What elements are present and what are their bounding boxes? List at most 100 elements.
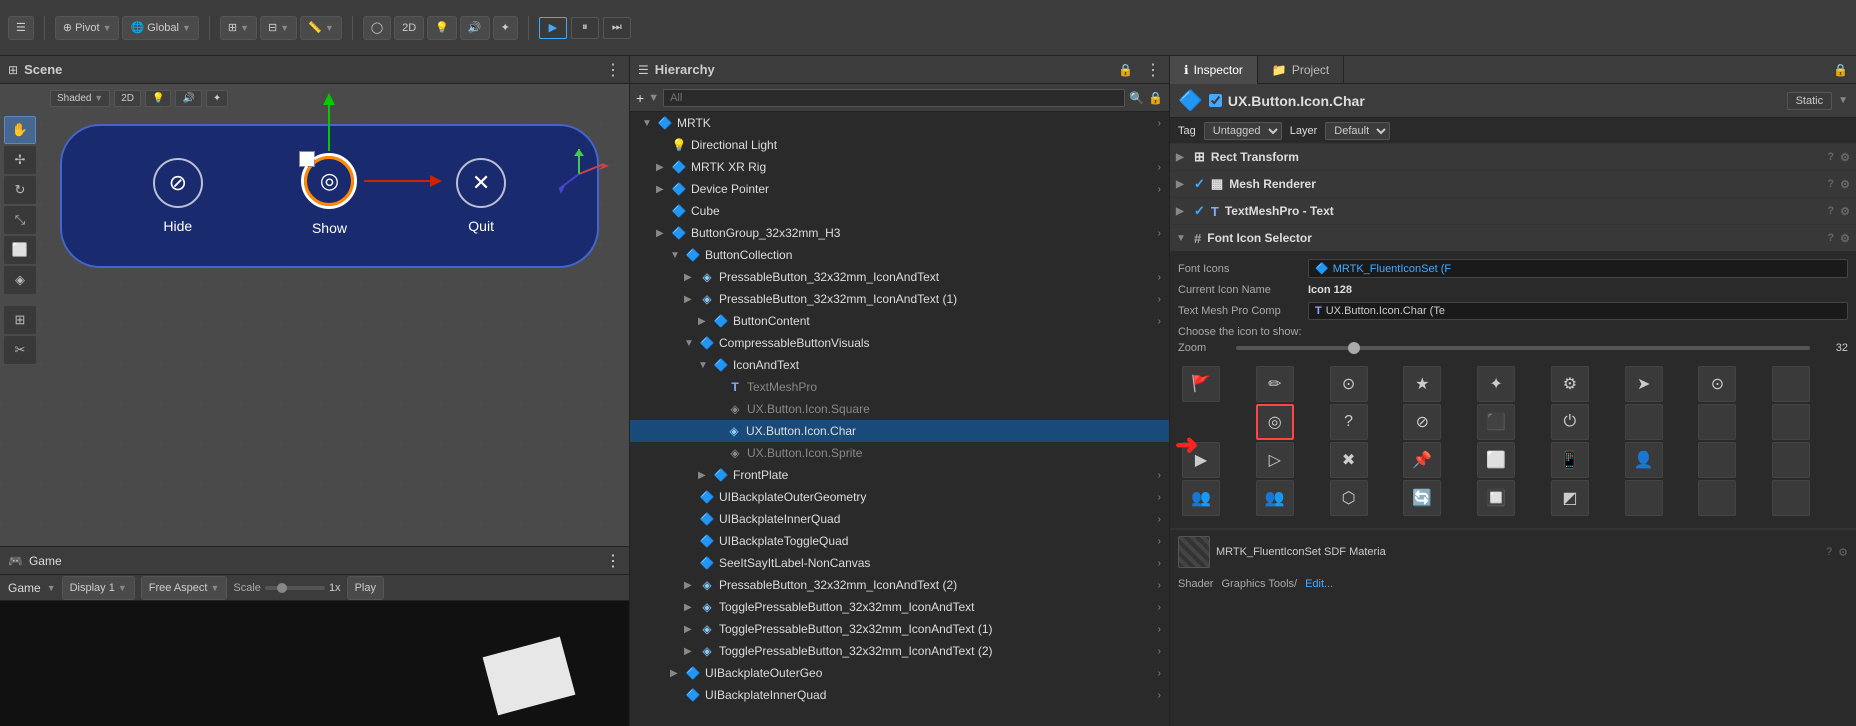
list-item[interactable]: ▶ ◈ PressableButton_32x32mm_IconAndText … (630, 288, 1169, 310)
list-item[interactable]: ◈ UX.Button.Icon.Sprite (630, 442, 1169, 464)
grid-btn[interactable]: ⊞ ▼ (220, 16, 257, 40)
list-item[interactable]: 🔷 UIBackplateToggleQuad › (630, 530, 1169, 552)
icon-btn-7[interactable]: ⊙ (1698, 366, 1736, 402)
list-item[interactable]: ▶ 🔷 FrontPlate › (630, 464, 1169, 486)
list-item[interactable]: ▼ 🔷 IconAndText (630, 354, 1169, 376)
icon-btn-31[interactable]: 🔲 (1477, 480, 1515, 516)
icon-btn-28[interactable]: 👥 (1256, 480, 1294, 516)
list-item[interactable]: 🔷 UIBackplateInnerQuad › (630, 684, 1169, 706)
sphere-btn[interactable]: ◯ (363, 16, 391, 40)
icon-btn-30[interactable]: 🔄 (1403, 480, 1441, 516)
game-more-btn[interactable]: ⋮ (605, 551, 621, 571)
pause-btn[interactable]: ⏸ (571, 17, 599, 39)
list-item[interactable]: 🔷 Cube (630, 200, 1169, 222)
lights-btn[interactable]: 💡 (145, 90, 171, 107)
snap-btn[interactable]: ⊟ ▼ (260, 16, 297, 40)
material-settings-icon[interactable]: ⚙ (1838, 546, 1848, 559)
textmeshpro-header[interactable]: ▶ ✓ T TextMeshPro - Text ? ⚙ (1170, 198, 1856, 224)
custom-tool-btn1[interactable]: ⊞ (4, 306, 36, 334)
list-item[interactable]: 🔷 UIBackplateOuterGeometry › (630, 486, 1169, 508)
icon-btn-5[interactable]: ⚙ (1551, 366, 1589, 402)
tab-inspector[interactable]: ℹ Inspector (1170, 56, 1258, 84)
list-item[interactable]: ◈ UX.Button.Icon.Char (630, 420, 1169, 442)
list-item[interactable]: ▶ ◈ PressableButton_32x32mm_IconAndText … (630, 574, 1169, 596)
scale-slider[interactable] (265, 586, 325, 590)
add-hierarchy-btn[interactable]: + (636, 90, 644, 106)
icon-btn-4[interactable]: ✦ (1477, 366, 1515, 402)
hierarchy-search-input[interactable] (663, 89, 1125, 107)
scene-menu-btn[interactable]: ☰ (8, 16, 34, 40)
list-item[interactable]: 🔷 SeeItSayItLabel-NonCanvas › (630, 552, 1169, 574)
icon-btn-selected[interactable]: ◎ (1256, 404, 1294, 440)
icon-btn-19[interactable]: ▷ (1256, 442, 1294, 478)
textmeshpro-settings-icon[interactable]: ⚙ (1840, 205, 1850, 218)
list-item[interactable]: ▶ 🔷 ButtonGroup_32x32mm_H3 › (630, 222, 1169, 244)
icon-btn-23[interactable]: 📱 (1551, 442, 1589, 478)
rect-transform-help-icon[interactable]: ? (1827, 151, 1834, 163)
icon-btn-2[interactable]: ⊙ (1330, 366, 1368, 402)
rect-transform-settings-icon[interactable]: ⚙ (1840, 151, 1850, 164)
rect-transform-header[interactable]: ▶ ⊞ Rect Transform ? ⚙ (1170, 144, 1856, 170)
list-item[interactable]: ▶ ◈ TogglePressableButton_32x32mm_IconAn… (630, 618, 1169, 640)
audio-scene-btn[interactable]: 🔊 (175, 90, 201, 107)
textmeshpro-help-icon[interactable]: ? (1827, 205, 1834, 217)
step-btn[interactable]: ⏭ (603, 17, 631, 39)
icon-btn-20[interactable]: ✖ (1330, 442, 1368, 478)
icon-btn-25[interactable] (1698, 442, 1736, 478)
inspector-lock-btn[interactable]: 🔒 (1825, 63, 1856, 77)
list-item[interactable]: ▶ ◈ TogglePressableButton_32x32mm_IconAn… (630, 640, 1169, 662)
mesh-renderer-header[interactable]: ▶ ✓ ▦ Mesh Renderer ? ⚙ (1170, 171, 1856, 197)
display-btn[interactable]: Display 1 ▼ (62, 576, 135, 600)
icon-btn-0[interactable]: 🚩 (1182, 366, 1220, 402)
icon-btn-22[interactable]: ⬜ (1477, 442, 1515, 478)
play-btn[interactable]: ▶ (539, 17, 567, 39)
icon-btn-15[interactable] (1625, 404, 1663, 440)
pivot-btn[interactable]: ⊕ Pivot ▼ (55, 16, 120, 40)
list-item[interactable]: ▶ ◈ PressableButton_32x32mm_IconAndText … (630, 266, 1169, 288)
font-icons-value-field[interactable]: 🔷 MRTK_FluentIconSet (F (1308, 259, 1848, 278)
icon-btn-6[interactable]: ➤ (1625, 366, 1663, 402)
scale-tool-btn[interactable]: ⤡ (4, 206, 36, 234)
icon-btn-24[interactable]: 👤 (1625, 442, 1663, 478)
list-item[interactable]: ▶ 🔷 Device Pointer › (630, 178, 1169, 200)
list-item[interactable]: ▼ 🔷 MRTK › (630, 112, 1169, 134)
icon-btn-14[interactable]: ⏻ (1551, 404, 1589, 440)
rect-tool-btn[interactable]: ⬜ (4, 236, 36, 264)
icon-btn-11[interactable]: ? (1330, 404, 1368, 440)
transform-tool-btn[interactable]: ◈ (4, 266, 36, 294)
list-item[interactable]: ▼ 🔷 ButtonCollection (630, 244, 1169, 266)
tag-select[interactable]: Untagged (1204, 122, 1282, 140)
font-icon-selector-settings-icon[interactable]: ⚙ (1840, 232, 1850, 245)
mesh-renderer-settings-icon[interactable]: ⚙ (1840, 178, 1850, 191)
icon-btn-13[interactable]: ⬛ (1477, 404, 1515, 440)
list-item[interactable]: 🔷 UIBackplateInnerQuad › (630, 508, 1169, 530)
zoom-slider[interactable] (1236, 346, 1810, 350)
icon-btn-16[interactable] (1698, 404, 1736, 440)
list-item[interactable]: T TextMeshPro (630, 376, 1169, 398)
mesh-renderer-help-icon[interactable]: ? (1827, 178, 1834, 190)
icon-btn-8[interactable] (1772, 366, 1810, 402)
audio-btn[interactable]: 🔊 (460, 16, 490, 40)
custom-tool-btn2[interactable]: ✂ (4, 336, 36, 364)
hierarchy-more-btn[interactable]: ⋮ (1145, 60, 1161, 80)
list-item[interactable]: 💡 Directional Light (630, 134, 1169, 156)
fx-btn[interactable]: ✦ (493, 16, 518, 40)
font-icon-selector-help-icon[interactable]: ? (1827, 232, 1834, 244)
icon-btn-32[interactable]: ◩ (1551, 480, 1589, 516)
move-tool-btn[interactable]: ✢ (4, 146, 36, 174)
scene-more-btn[interactable]: ⋮ (605, 60, 621, 80)
2d-btn[interactable]: 2D (394, 16, 424, 40)
shading-btn[interactable]: Shaded ▼ (50, 90, 110, 107)
component-active-checkbox[interactable] (1209, 94, 1222, 107)
icon-btn-12[interactable]: ⊘ (1403, 404, 1441, 440)
icon-btn-1[interactable]: ✏ (1256, 366, 1294, 402)
static-dropdown-btn[interactable]: ▼ (1838, 95, 1848, 106)
ruler-btn[interactable]: 📏 ▼ (300, 16, 342, 40)
shader-edit-btn[interactable]: Edit... (1305, 578, 1333, 590)
light-btn[interactable]: 💡 (427, 16, 457, 40)
rotate-tool-btn[interactable]: ↻ (4, 176, 36, 204)
game-play-btn[interactable]: Play (347, 576, 384, 600)
list-item[interactable]: ▶ 🔷 ButtonContent › (630, 310, 1169, 332)
icon-btn-21[interactable]: 📌 (1403, 442, 1441, 478)
font-icon-selector-header[interactable]: ▼ # Font Icon Selector ? ⚙ (1170, 225, 1856, 251)
